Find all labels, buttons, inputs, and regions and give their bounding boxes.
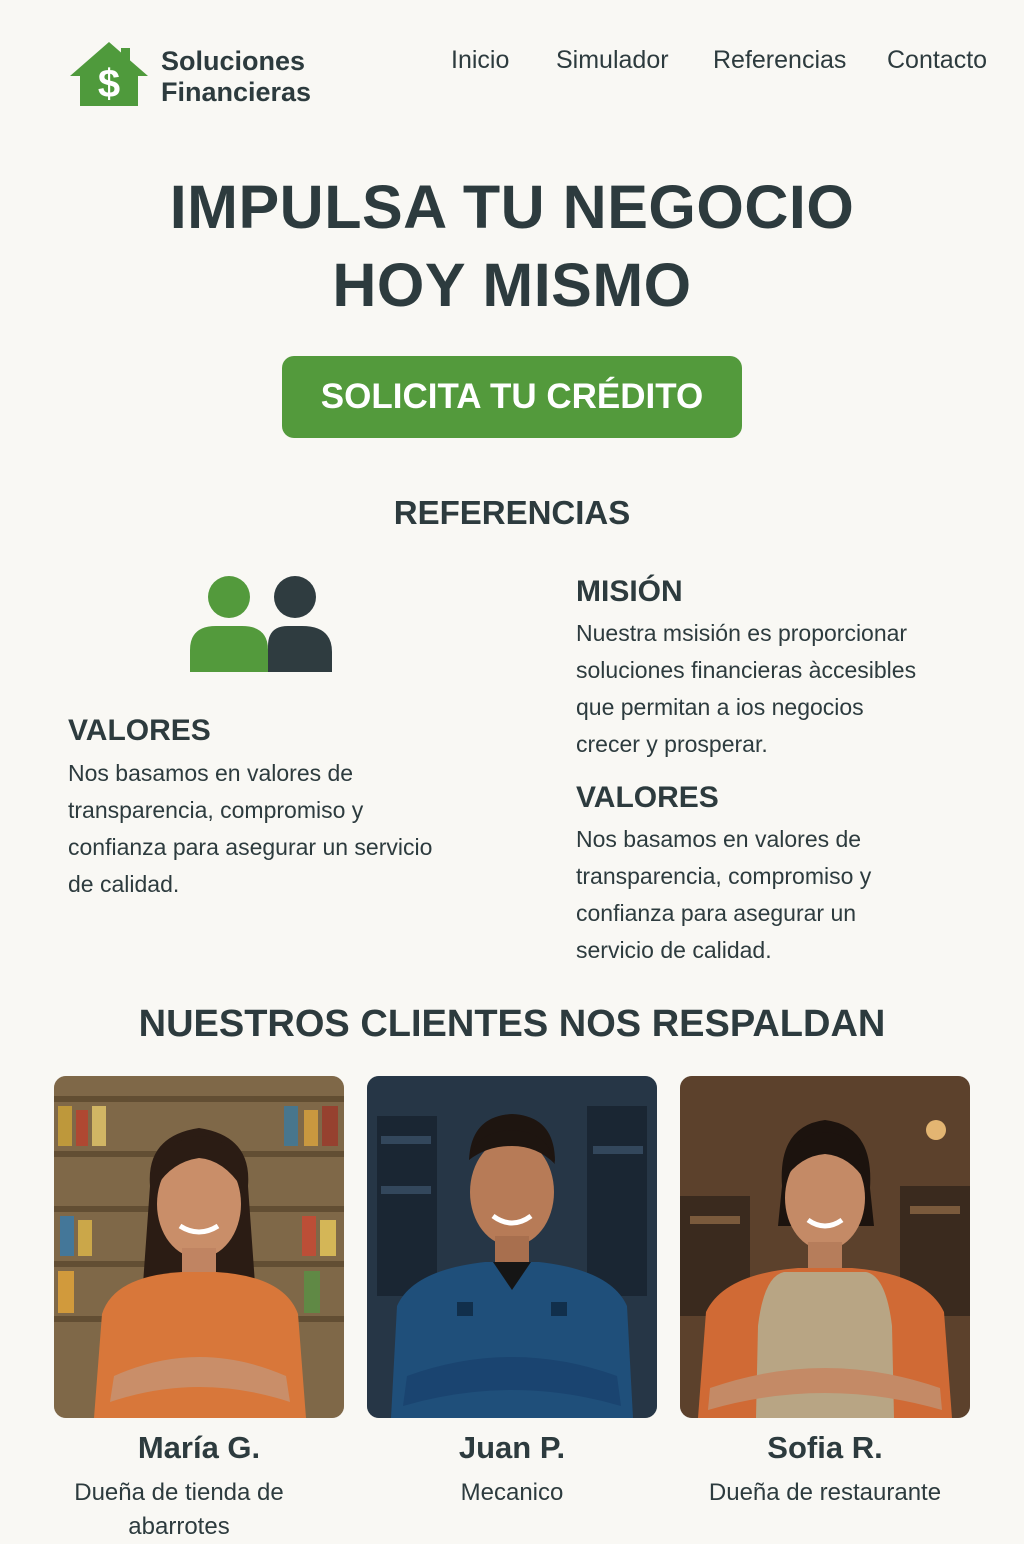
text-line: soluciones financieras àccesibles bbox=[576, 657, 917, 683]
client-name-juan: Juan P. bbox=[458, 1430, 566, 1465]
text-line: Nos basamos en valores de bbox=[68, 760, 354, 786]
values-heading: VALORES bbox=[576, 781, 719, 814]
text-line: confianza para asegurar un bbox=[576, 900, 857, 926]
text-line: transparencia, compromiso y bbox=[576, 863, 872, 889]
left-values-text: Nos basamos en valores de transparencia,… bbox=[68, 755, 508, 903]
text-line: Nos basamos en valores de bbox=[576, 826, 862, 852]
brand-name-line1: Soluciones bbox=[161, 46, 306, 76]
mission-text: Nuestra msisión es proporcionar solucion… bbox=[576, 615, 996, 763]
text-line: de calidad. bbox=[68, 871, 180, 897]
client-photo-maria bbox=[54, 1076, 344, 1418]
client-role-sofia: Dueña de restaurante bbox=[680, 1476, 970, 1510]
client-role-maria: Dueña de tienda de abarrotes bbox=[34, 1476, 324, 1544]
values-text: Nos basamos en valores de transparencia,… bbox=[576, 821, 996, 969]
svg-text:$: $ bbox=[98, 62, 120, 106]
left-values-heading: VALORES bbox=[68, 714, 211, 747]
client-name-maria: María G. bbox=[137, 1430, 261, 1465]
people-icon bbox=[188, 574, 334, 674]
text-line: transparencia, compromiso y bbox=[68, 797, 364, 823]
testimonials-title: NUESTROS CLIENTES NOS RESPALDAN bbox=[138, 1003, 886, 1045]
text-line: confianza para asegurar un servicio bbox=[68, 834, 433, 860]
nav-simulador[interactable]: Simulador bbox=[556, 46, 669, 75]
hero-headline-line2: HOY MISMO bbox=[332, 251, 692, 319]
hero-headline: IMPULSA TU NEGOCIO HOY MISMO bbox=[0, 168, 1024, 324]
brand-name-line2: Financieras bbox=[161, 77, 312, 107]
brand-logo-icon[interactable]: $ bbox=[68, 40, 150, 110]
client-photo-sofia bbox=[680, 1076, 970, 1418]
client-role-juan: Mecanico bbox=[367, 1476, 657, 1510]
text-line: Nuestra msisión es proporcionar bbox=[576, 620, 908, 646]
mission-heading: MISIÓN bbox=[576, 575, 683, 608]
brand-name[interactable]: Soluciones Financieras bbox=[161, 46, 311, 108]
text-line: servicio de calidad. bbox=[576, 937, 772, 963]
client-role-line: Dueña de restaurante bbox=[708, 1479, 942, 1506]
client-name-sofia: Sofia R. bbox=[767, 1430, 883, 1465]
client-role-line: Dueña de tienda de bbox=[74, 1479, 284, 1506]
nav-contacto[interactable]: Contacto bbox=[887, 46, 987, 75]
text-line: que permitan a ios negocios bbox=[576, 694, 864, 720]
hero-headline-line1: IMPULSA TU NEGOCIO bbox=[169, 173, 855, 241]
nav-inicio[interactable]: Inicio bbox=[451, 46, 509, 75]
text-line: crecer y prosperar. bbox=[576, 731, 768, 757]
request-credit-button[interactable]: SOLICITA TU CRÉDITO bbox=[282, 356, 742, 438]
nav-referencias[interactable]: Referencias bbox=[713, 46, 846, 75]
client-role-line: Mecanico bbox=[460, 1479, 564, 1506]
client-role-line: abarrotes bbox=[128, 1513, 230, 1540]
references-title: REFERENCIAS bbox=[393, 494, 631, 531]
client-photo-juan bbox=[367, 1076, 657, 1418]
